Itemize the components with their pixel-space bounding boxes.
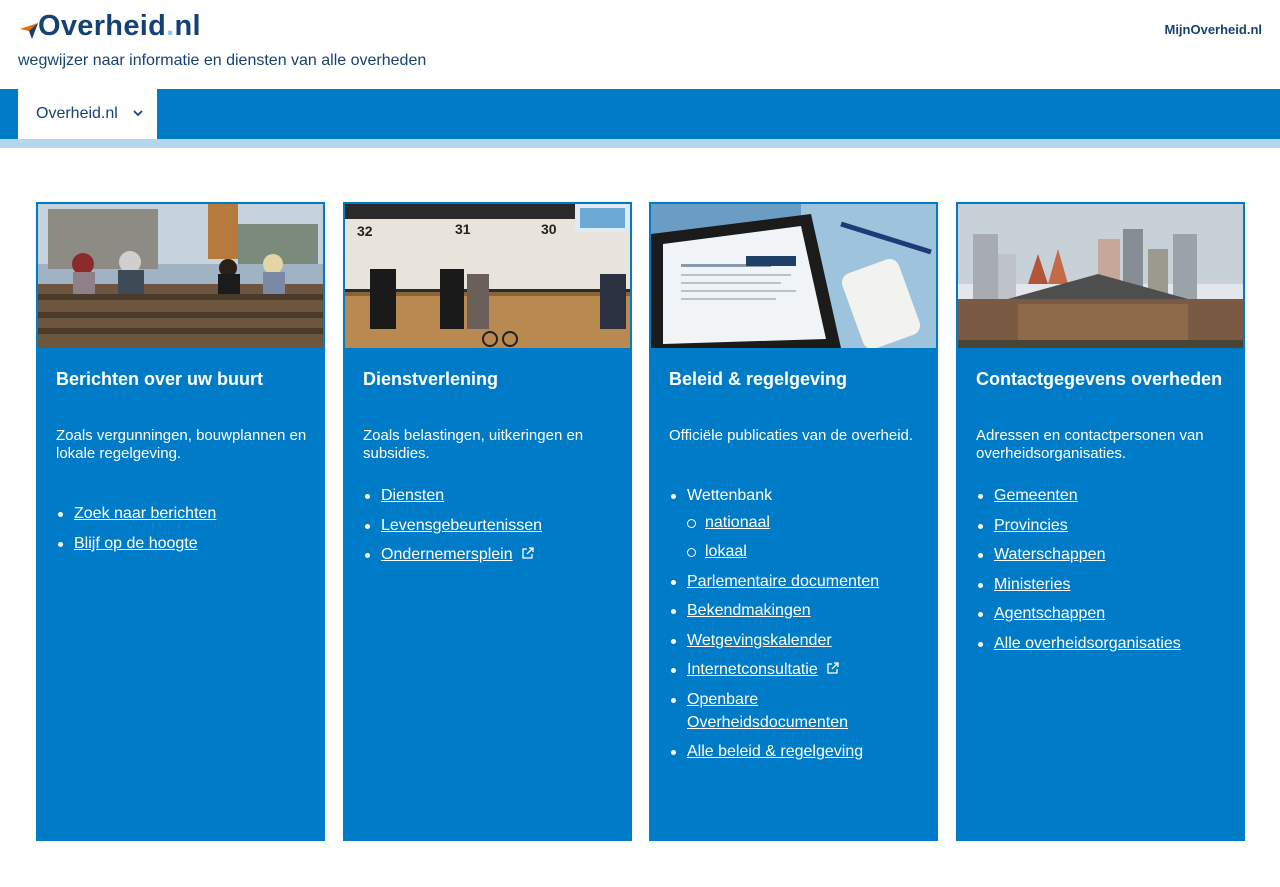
list-item: Parlementaire documenten bbox=[669, 570, 919, 593]
link-nationaal[interactable]: nationaal bbox=[705, 514, 770, 531]
link-bekendmakingen[interactable]: Bekendmakingen bbox=[687, 602, 811, 619]
site-header: Overheid.nl wegwijzer naar informatie en… bbox=[0, 0, 1280, 89]
link-internetconsultatie[interactable]: Internetconsultatie bbox=[687, 661, 818, 678]
link-gemeenten[interactable]: Gemeenten bbox=[994, 487, 1078, 504]
list-item: Alle overheidsorganisaties bbox=[976, 632, 1226, 655]
main-navigation: Overheid.nl bbox=[0, 89, 1280, 139]
list-item: Waterschappen bbox=[976, 543, 1226, 566]
card-dienstverlening: 32 31 30 Dienstverlening Zoals belasting… bbox=[343, 202, 632, 841]
card-link-list: Wettenbank nationaal lokaal Parlementair… bbox=[669, 484, 919, 770]
wettenbank-label: Wettenbank bbox=[687, 487, 773, 504]
logo-text: Overheid.nl bbox=[38, 9, 201, 42]
mijnoverheid-link[interactable]: MijnOverheid.nl bbox=[1164, 22, 1262, 37]
list-item: nationaal bbox=[687, 511, 919, 534]
wettenbank-sublist: nationaal lokaal bbox=[687, 511, 919, 563]
list-item: Ministeries bbox=[976, 573, 1226, 596]
card-beleid: Beleid & regelgeving Officiële publicati… bbox=[649, 202, 938, 841]
svg-text:32: 32 bbox=[357, 223, 373, 239]
link-levensgebeurtenissen[interactable]: Levensgebeurtenissen bbox=[381, 517, 542, 534]
link-alle-beleid-regelgeving[interactable]: Alle beleid & regelgeving bbox=[687, 743, 863, 760]
card-link-list: Gemeenten Provincies Waterschappen Minis… bbox=[976, 484, 1226, 661]
link-provincies[interactable]: Provincies bbox=[994, 517, 1068, 534]
card-link-list: Diensten Levensgebeurtenissen Ondernemer… bbox=[363, 484, 613, 573]
card-description: Officiële publicaties van de overheid. bbox=[669, 427, 914, 444]
nav-accent-strip bbox=[0, 139, 1280, 148]
list-item: Wetgevingskalender bbox=[669, 629, 919, 652]
list-item: Openbare Overheidsdocumenten bbox=[669, 688, 919, 734]
card-berichten: Berichten over uw buurt Zoals vergunning… bbox=[36, 202, 325, 841]
list-item: lokaal bbox=[687, 540, 919, 563]
list-item: Gemeenten bbox=[976, 484, 1226, 507]
bench-people-photo bbox=[38, 204, 323, 348]
card-link-list: Zoek naar berichten Blijf op de hoogte bbox=[56, 502, 306, 561]
link-ondernemersplein[interactable]: Ondernemersplein bbox=[381, 546, 513, 563]
list-item: Zoek naar berichten bbox=[56, 502, 306, 525]
list-item: Alle beleid & regelgeving bbox=[669, 740, 919, 763]
external-link-icon bbox=[827, 662, 839, 674]
card-title: Berichten over uw buurt bbox=[56, 369, 264, 389]
link-ministeries[interactable]: Ministeries bbox=[994, 576, 1070, 593]
service-desk-photo: 32 31 30 bbox=[345, 204, 630, 348]
link-zoek-naar-berichten[interactable]: Zoek naar berichten bbox=[74, 505, 216, 522]
link-diensten[interactable]: Diensten bbox=[381, 487, 444, 504]
svg-text:31: 31 bbox=[455, 221, 471, 237]
list-item: Provincies bbox=[976, 514, 1226, 537]
list-item: Blijf op de hoogte bbox=[56, 532, 306, 555]
card-description: Adressen en contactpersonen van overheid… bbox=[976, 427, 1204, 462]
list-item: Levensgebeurtenissen bbox=[363, 514, 613, 537]
external-link-icon bbox=[521, 547, 534, 559]
card-description: Zoals belastingen, uitkeringen en subsid… bbox=[363, 427, 584, 462]
card-title: Beleid & regelgeving bbox=[669, 369, 848, 389]
svg-text:30: 30 bbox=[541, 221, 557, 237]
link-blijf-op-de-hoogte[interactable]: Blijf op de hoogte bbox=[74, 535, 198, 552]
tablet-document-photo bbox=[651, 204, 936, 348]
chevron-down-icon bbox=[133, 110, 143, 117]
card-contactgegevens: Contactgegevens overheden Adressen en co… bbox=[956, 202, 1245, 841]
card-description: Zoals vergunningen, bouwplannen en lokal… bbox=[56, 427, 307, 462]
overheid-logo[interactable]: Overheid.nl bbox=[18, 10, 201, 42]
list-item: Bekendmakingen bbox=[669, 599, 919, 622]
link-alle-overheidsorganisaties[interactable]: Alle overheidsorganisaties bbox=[994, 635, 1181, 652]
nav-tab-label: Overheid.nl bbox=[36, 105, 118, 122]
site-tagline: wegwijzer naar informatie en diensten va… bbox=[18, 52, 427, 69]
link-wetgevingskalender[interactable]: Wetgevingskalender bbox=[687, 632, 832, 649]
list-item: Internetconsultatie bbox=[669, 658, 919, 681]
list-item: Agentschappen bbox=[976, 602, 1226, 625]
city-skyline-photo bbox=[958, 204, 1243, 348]
link-waterschappen[interactable]: Waterschappen bbox=[994, 546, 1105, 563]
list-item: Wettenbank nationaal lokaal bbox=[669, 484, 919, 563]
link-parlementaire-documenten[interactable]: Parlementaire documenten bbox=[687, 573, 879, 590]
list-item: Ondernemersplein bbox=[363, 543, 613, 566]
link-agentschappen[interactable]: Agentschappen bbox=[994, 605, 1105, 622]
list-item: Diensten bbox=[363, 484, 613, 507]
link-lokaal[interactable]: lokaal bbox=[705, 543, 747, 560]
card-title: Dienstverlening bbox=[363, 369, 499, 389]
nav-tab-overheid[interactable]: Overheid.nl bbox=[18, 89, 157, 139]
card-title: Contactgegevens overheden bbox=[976, 369, 1223, 389]
link-openbare-overheidsdocumenten[interactable]: Openbare Overheidsdocumenten bbox=[687, 691, 848, 731]
